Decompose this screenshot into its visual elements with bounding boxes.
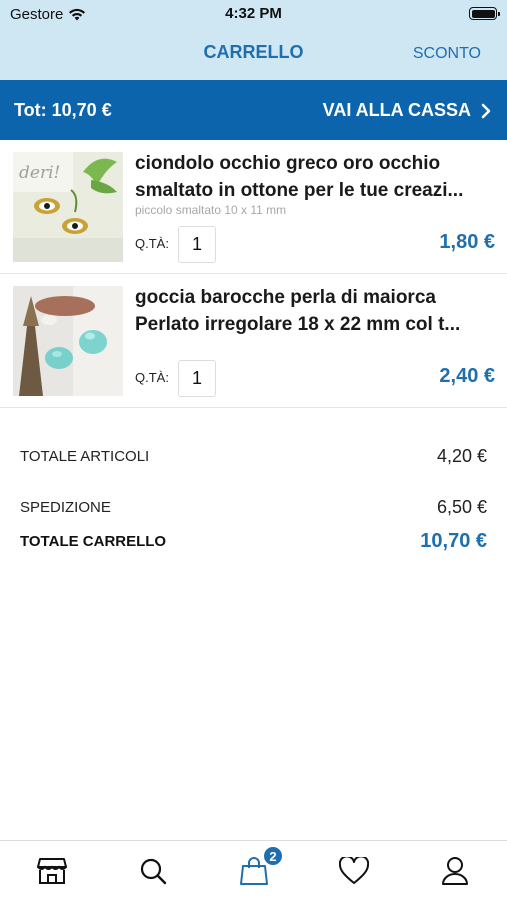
tab-shop[interactable] — [32, 851, 72, 891]
tab-account[interactable] — [435, 851, 475, 891]
item-price: 1,80 € — [439, 231, 495, 253]
total-summary: Tot: 10,70 € — [14, 100, 112, 120]
user-icon — [442, 857, 468, 885]
items-total-row: TOTALE ARTICOLI 4,20 € — [20, 446, 487, 467]
battery-icon — [469, 7, 500, 20]
discount-button[interactable]: SCONTO — [413, 45, 481, 63]
product-name-line: Perlato irregolare 18 x 22 mm col t... — [135, 314, 461, 335]
tab-bar: 2 — [0, 840, 507, 900]
cart-total-row: TOTALE CARRELLO 10,70 € — [20, 530, 487, 553]
cart-item[interactable]: deri! ciondolo occhio greco oro occhio s… — [0, 140, 507, 274]
tab-search[interactable] — [133, 851, 173, 891]
status-bar: Gestore 4:32 PM — [0, 0, 507, 28]
quantity-label: Q.TÀ: — [135, 236, 169, 251]
product-image[interactable]: deri! — [13, 152, 123, 262]
product-variant: piccolo smaltato 10 x 11 mm — [135, 203, 287, 217]
tab-favorites[interactable] — [334, 851, 374, 891]
quantity-field[interactable]: 1 — [178, 360, 216, 397]
quantity-label: Q.TÀ: — [135, 370, 169, 385]
quantity-field[interactable]: 1 — [178, 226, 216, 263]
cart-count-badge: 2 — [262, 845, 284, 867]
shipping-value: 6,50 € — [436, 497, 487, 517]
cart-item[interactable]: goccia barocche perla di maiorca Perlato… — [0, 274, 507, 408]
heart-icon — [339, 857, 369, 884]
shipping-row: SPEDIZIONE 6,50 € — [20, 497, 487, 518]
search-icon — [140, 858, 167, 885]
item-price: 2,40 € — [439, 365, 495, 387]
cart-total-value: 10,70 € — [420, 530, 487, 552]
chevron-right-icon — [481, 103, 491, 118]
checkout-button[interactable]: VAI ALLA CASSA — [323, 100, 491, 121]
product-name-line: ciondolo occhio greco oro occhio — [135, 153, 441, 174]
product-image[interactable] — [13, 286, 123, 396]
product-name[interactable]: ciondolo occhio greco oro occhio smaltat… — [135, 150, 497, 204]
svg-text:deri!: deri! — [19, 163, 60, 183]
tab-cart[interactable]: 2 — [234, 845, 284, 891]
nav-bar: CARRELLO SCONTO — [0, 28, 507, 80]
cart-total-label: TOTALE CARRELLO — [20, 533, 167, 550]
product-name-line: goccia barocche perla di maiorca — [135, 287, 436, 308]
store-icon — [37, 858, 67, 884]
product-name[interactable]: goccia barocche perla di maiorca Perlato… — [135, 284, 497, 338]
status-time: 4:32 PM — [225, 5, 282, 22]
shipping-label: SPEDIZIONE — [20, 499, 111, 516]
cart-list: deri! ciondolo occhio greco oro occhio s… — [0, 140, 507, 408]
checkout-label: VAI ALLA CASSA — [322, 100, 471, 120]
items-total-value: 4,20 € — [436, 446, 487, 466]
checkout-bar: Tot: 10,70 € VAI ALLA CASSA — [0, 80, 507, 140]
product-name-line: smaltato in ottone per le tue creazi... — [135, 180, 464, 201]
items-total-label: TOTALE ARTICOLI — [20, 448, 150, 465]
